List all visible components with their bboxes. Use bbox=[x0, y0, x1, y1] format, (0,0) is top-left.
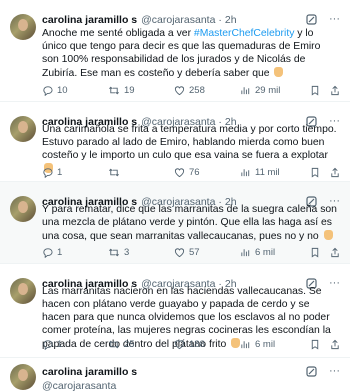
reply-count: 1 bbox=[57, 338, 63, 350]
views-button[interactable]: 6 mil bbox=[240, 339, 306, 350]
reply-icon bbox=[43, 85, 53, 96]
tweet-text-body: Una carimañola se frita a temperatura me… bbox=[42, 124, 337, 161]
author-handle[interactable]: @carojarasanta bbox=[141, 14, 215, 26]
retweet-count: 25 bbox=[124, 338, 135, 350]
more-icon[interactable]: ··· bbox=[329, 13, 340, 25]
reply-button[interactable]: 1 bbox=[42, 339, 108, 350]
retweet-icon bbox=[109, 168, 119, 176]
share-icon[interactable] bbox=[330, 85, 340, 96]
reply-icon bbox=[43, 247, 53, 258]
avatar[interactable] bbox=[10, 196, 36, 222]
tweet-2[interactable]: carolina jaramillo s @carojarasanta · 2h… bbox=[0, 102, 350, 182]
bookmark-icon[interactable] bbox=[310, 247, 320, 258]
tweet-4[interactable]: carolina jaramillo s @carojarasanta · 2h… bbox=[0, 264, 350, 358]
retweet-icon bbox=[109, 86, 119, 94]
reply-button[interactable]: 1 bbox=[42, 167, 108, 178]
retweet-button[interactable]: 25 bbox=[108, 339, 174, 350]
grok-icon[interactable] bbox=[306, 365, 317, 377]
avatar[interactable] bbox=[10, 116, 36, 142]
like-count: 258 bbox=[189, 84, 205, 96]
views-count: 29 mil bbox=[255, 84, 281, 96]
grok-icon[interactable] bbox=[306, 13, 317, 25]
like-icon bbox=[174, 85, 185, 95]
hand-emoji-icon bbox=[323, 229, 333, 240]
share-icon[interactable] bbox=[330, 339, 340, 350]
reply-count: 1 bbox=[57, 166, 63, 178]
views-icon bbox=[241, 86, 250, 94]
bookmark-icon[interactable] bbox=[310, 85, 320, 96]
bookmark-icon[interactable] bbox=[310, 167, 320, 178]
views-button[interactable]: 11 mil bbox=[240, 167, 306, 178]
tweet-text: Y para rematar, dice que las marranitas … bbox=[42, 204, 340, 244]
retweet-icon bbox=[109, 248, 119, 256]
views-button[interactable]: 29 mil bbox=[240, 85, 306, 96]
views-icon bbox=[241, 340, 250, 348]
like-count: 57 bbox=[189, 246, 200, 258]
tweet-text: Anoche me senté obligada a ver #MasterCh… bbox=[42, 28, 340, 81]
separator-dot: · bbox=[218, 14, 222, 26]
avatar[interactable] bbox=[10, 14, 36, 40]
tweet-1[interactable]: carolina jaramillo s @carojarasanta · 2h… bbox=[0, 0, 350, 102]
reply-icon bbox=[43, 339, 53, 350]
tweet-text-body: Y para rematar, dice que las marranitas … bbox=[42, 204, 337, 242]
hashtag-link[interactable]: #MasterChefCelebrity bbox=[194, 28, 294, 39]
share-icon[interactable] bbox=[330, 167, 340, 178]
bookmark-icon[interactable] bbox=[310, 339, 320, 350]
views-count: 6 mil bbox=[255, 246, 276, 258]
reply-icon bbox=[43, 167, 53, 178]
like-button[interactable]: 188 bbox=[174, 339, 240, 350]
like-icon bbox=[174, 247, 185, 257]
views-count: 11 mil bbox=[255, 166, 280, 178]
like-count: 76 bbox=[189, 166, 200, 178]
tweet-time[interactable]: 2h bbox=[225, 14, 237, 26]
tweet-text-start: Anoche me senté obligada a ver bbox=[42, 28, 194, 39]
tweet-5[interactable]: carolina jaramillo s @carojarasanta ··· bbox=[0, 358, 350, 392]
like-button[interactable]: 76 bbox=[174, 167, 240, 178]
retweet-button[interactable]: 19 bbox=[108, 85, 174, 96]
author-handle[interactable]: @carojarasanta bbox=[42, 380, 340, 392]
views-count: 6 mil bbox=[255, 338, 276, 350]
tweet-3[interactable]: carolina jaramillo s @carojarasanta · 2h… bbox=[0, 182, 350, 264]
reply-count: 1 bbox=[57, 246, 63, 258]
like-icon bbox=[174, 339, 185, 349]
retweet-icon bbox=[109, 340, 119, 348]
reply-button[interactable]: 1 bbox=[42, 247, 108, 258]
more-icon[interactable]: ··· bbox=[329, 365, 340, 377]
author-name[interactable]: carolina jaramillo s bbox=[42, 366, 340, 378]
like-count: 188 bbox=[189, 338, 205, 350]
share-icon[interactable] bbox=[330, 247, 340, 258]
views-icon bbox=[241, 168, 250, 176]
reply-button[interactable]: 10 bbox=[42, 85, 108, 96]
retweet-count: 3 bbox=[124, 246, 130, 258]
avatar[interactable] bbox=[10, 364, 36, 390]
like-button[interactable]: 258 bbox=[174, 85, 240, 96]
author-name[interactable]: carolina jaramillo s bbox=[42, 14, 137, 26]
hand-emoji-icon bbox=[274, 66, 284, 77]
retweet-button[interactable] bbox=[108, 167, 174, 178]
like-icon bbox=[174, 167, 185, 177]
views-icon bbox=[241, 248, 250, 256]
avatar[interactable] bbox=[10, 278, 36, 304]
views-button[interactable]: 6 mil bbox=[240, 247, 306, 258]
reply-count: 10 bbox=[57, 84, 68, 96]
retweet-button[interactable]: 3 bbox=[108, 247, 174, 258]
retweet-count: 19 bbox=[124, 84, 135, 96]
like-button[interactable]: 57 bbox=[174, 247, 240, 258]
